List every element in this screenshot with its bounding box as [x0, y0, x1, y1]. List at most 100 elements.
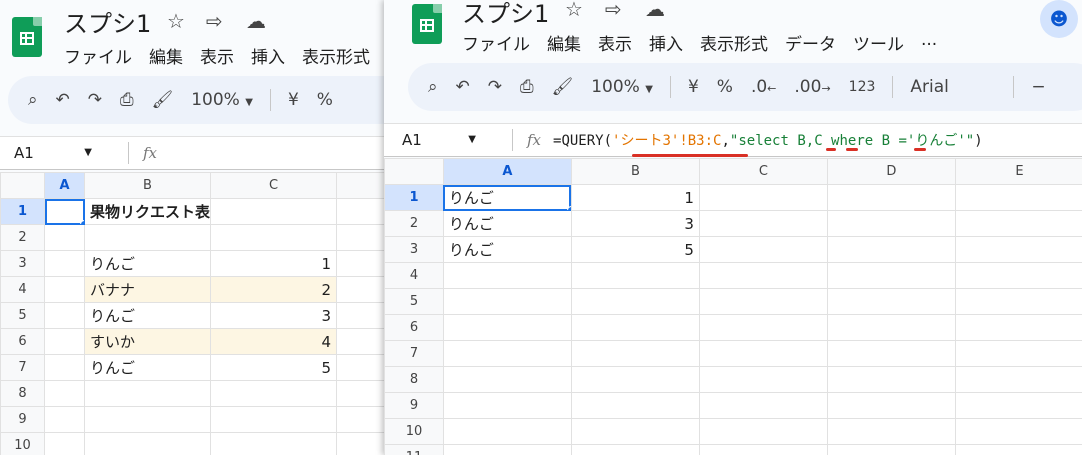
- cell[interactable]: [44, 302, 85, 329]
- cell[interactable]: [954, 366, 1082, 393]
- cell[interactable]: [698, 392, 828, 419]
- cell[interactable]: [826, 314, 956, 341]
- row-header[interactable]: 10: [384, 418, 444, 445]
- row-header[interactable]: 9: [384, 392, 444, 419]
- row-header[interactable]: 4: [384, 262, 444, 289]
- share-avatar-icon[interactable]: ☻: [1040, 0, 1078, 38]
- cell[interactable]: [336, 224, 384, 251]
- paint-format-icon[interactable]: 🖌: [552, 77, 574, 97]
- menu-edit[interactable]: 編集: [149, 43, 183, 68]
- font-size-decrease-button[interactable]: −: [1031, 77, 1045, 97]
- row-header[interactable]: 6: [384, 314, 444, 341]
- sheet-grid[interactable]: A B C D E 1 りんご 1 2 りんご 3 3 りんご 5 4 5 6 …: [384, 158, 1082, 455]
- row-header[interactable]: 3: [0, 250, 45, 277]
- column-header-d[interactable]: D: [826, 158, 956, 185]
- cell[interactable]: 5: [570, 236, 700, 263]
- cell[interactable]: [698, 418, 828, 445]
- cell[interactable]: [954, 418, 1082, 445]
- column-header-a[interactable]: A: [44, 172, 85, 199]
- cell[interactable]: [44, 354, 85, 381]
- cell[interactable]: すいか: [84, 328, 211, 355]
- cell[interactable]: りんご: [442, 210, 572, 237]
- cell[interactable]: [442, 340, 572, 367]
- cell[interactable]: [570, 288, 700, 315]
- cell[interactable]: [210, 198, 337, 225]
- cell[interactable]: [698, 444, 828, 455]
- cell[interactable]: 3: [570, 210, 700, 237]
- print-icon[interactable]: ⎙: [520, 77, 534, 97]
- cell[interactable]: 4: [210, 328, 337, 355]
- cell[interactable]: [698, 288, 828, 315]
- sheets-logo-icon[interactable]: [412, 4, 442, 44]
- name-box[interactable]: A1 ▼: [0, 144, 100, 162]
- cell[interactable]: [570, 392, 700, 419]
- cell[interactable]: [698, 184, 828, 211]
- row-header[interactable]: 4: [0, 276, 45, 303]
- cell[interactable]: [442, 262, 572, 289]
- cell[interactable]: [84, 380, 211, 407]
- redo-icon[interactable]: ↷: [488, 77, 502, 97]
- cell[interactable]: [336, 276, 384, 303]
- cell[interactable]: 果物リクエスト表: [84, 198, 211, 225]
- cell[interactable]: [336, 198, 384, 225]
- select-all-corner[interactable]: [0, 172, 45, 199]
- zoom-select[interactable]: 100% ▼: [191, 90, 253, 110]
- cell[interactable]: [954, 340, 1082, 367]
- menu-file[interactable]: ファイル: [462, 30, 530, 55]
- cell[interactable]: [84, 224, 211, 251]
- cell[interactable]: [442, 392, 572, 419]
- menu-view[interactable]: 表示: [598, 30, 632, 55]
- cell[interactable]: [570, 444, 700, 455]
- cell[interactable]: [336, 250, 384, 277]
- cell[interactable]: [826, 392, 956, 419]
- cell[interactable]: 2: [210, 276, 337, 303]
- menu-insert[interactable]: 挿入: [251, 43, 285, 68]
- cell[interactable]: [44, 432, 85, 455]
- cell[interactable]: [826, 184, 956, 211]
- menu-format[interactable]: 表示形式: [302, 43, 370, 68]
- column-header-a[interactable]: A: [442, 158, 572, 185]
- cell[interactable]: [442, 288, 572, 315]
- row-header[interactable]: 7: [384, 340, 444, 367]
- cloud-status-icon[interactable]: ☁: [246, 9, 266, 33]
- number-format-button[interactable]: 123: [849, 79, 876, 95]
- paint-format-icon[interactable]: 🖌: [152, 90, 174, 110]
- row-header[interactable]: 11: [384, 444, 444, 455]
- cloud-status-icon[interactable]: ☁: [645, 0, 665, 21]
- cell[interactable]: [570, 418, 700, 445]
- row-header[interactable]: 9: [0, 406, 45, 433]
- cell[interactable]: [336, 380, 384, 407]
- cell[interactable]: [570, 314, 700, 341]
- cell[interactable]: [698, 366, 828, 393]
- decrease-decimal-button[interactable]: .0←: [751, 77, 776, 97]
- cell[interactable]: [84, 406, 211, 433]
- cell[interactable]: りんご: [442, 236, 572, 263]
- cell[interactable]: [336, 302, 384, 329]
- menu-view[interactable]: 表示: [200, 43, 234, 68]
- cell[interactable]: [954, 392, 1082, 419]
- cell[interactable]: りんご: [84, 354, 211, 381]
- cell[interactable]: [954, 314, 1082, 341]
- formula-input[interactable]: =QUERY('シート3'!B3:C,"select B,C where B =…: [553, 130, 983, 150]
- print-icon[interactable]: ⎙: [120, 90, 134, 110]
- cell[interactable]: 5: [210, 354, 337, 381]
- cell[interactable]: 1: [210, 250, 337, 277]
- menu-insert[interactable]: 挿入: [649, 30, 683, 55]
- cell[interactable]: [954, 444, 1082, 455]
- cell[interactable]: [44, 276, 85, 303]
- move-folder-icon[interactable]: ⇨: [206, 9, 223, 33]
- search-icon[interactable]: ⌕: [28, 90, 38, 110]
- currency-button[interactable]: ¥: [288, 90, 299, 110]
- zoom-select[interactable]: 100% ▼: [591, 77, 653, 97]
- name-box[interactable]: A1 ▼: [384, 131, 484, 149]
- row-header[interactable]: 5: [0, 302, 45, 329]
- row-header[interactable]: 8: [0, 380, 45, 407]
- row-header[interactable]: 3: [384, 236, 444, 263]
- cell[interactable]: バナナ: [84, 276, 211, 303]
- cell[interactable]: [954, 184, 1082, 211]
- column-header-b[interactable]: B: [84, 172, 211, 199]
- menu-file[interactable]: ファイル: [64, 43, 132, 68]
- cell[interactable]: [442, 314, 572, 341]
- move-folder-icon[interactable]: ⇨: [605, 0, 622, 21]
- menu-edit[interactable]: 編集: [547, 30, 581, 55]
